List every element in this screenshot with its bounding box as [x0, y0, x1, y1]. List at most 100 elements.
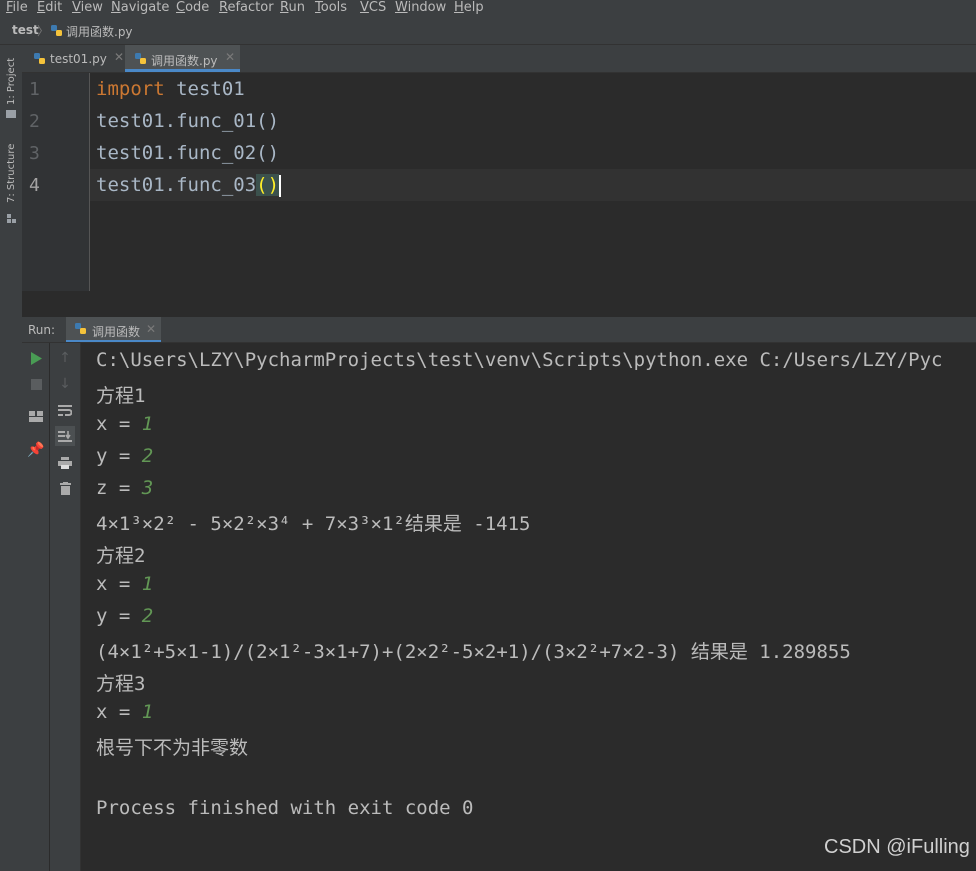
menu-file[interactable]: File	[6, 0, 28, 16]
menu-window[interactable]: Window	[395, 0, 446, 16]
clear-all-button[interactable]	[55, 478, 75, 498]
breadcrumb-file[interactable]: 调用函数.py	[66, 23, 133, 40]
console-line: y = 2	[96, 605, 153, 627]
python-icon	[75, 323, 86, 334]
prompt-text: y =	[96, 445, 142, 467]
breadcrumb-separator-icon: 〉	[37, 24, 50, 38]
panel-divider[interactable]	[22, 291, 976, 317]
console-line: y = 2	[96, 445, 153, 467]
console-line: x = 1	[96, 413, 153, 435]
watermark: CSDN @iFulling	[824, 836, 970, 858]
import-keyword: import	[96, 78, 165, 100]
menu-tools[interactable]: Tools	[315, 0, 347, 16]
module-name: test01	[164, 78, 245, 100]
rerun-button[interactable]	[26, 348, 46, 368]
close-icon[interactable]: ✕	[225, 50, 235, 64]
line-number: 4	[29, 175, 40, 196]
print-button[interactable]	[55, 453, 75, 473]
stop-icon	[30, 378, 42, 390]
close-icon[interactable]: ✕	[114, 50, 124, 64]
pin-button[interactable]: 📌	[26, 440, 46, 460]
play-icon	[31, 351, 42, 365]
scroll-down-button[interactable]: ↓	[55, 374, 75, 394]
python-file-icon	[51, 25, 62, 36]
user-input: 2	[141, 445, 154, 467]
code-line-2[interactable]: test01.func_01()	[96, 110, 279, 132]
trash-icon	[59, 481, 71, 495]
menu-help[interactable]: Help	[454, 0, 484, 16]
code-text: test01.func_03	[96, 174, 257, 196]
console-line: 方程3	[96, 673, 146, 695]
project-tool-tab[interactable]: 1: Project	[6, 58, 17, 105]
editor-tab-bar: test01.py ✕ 调用函数.py ✕	[22, 45, 976, 73]
menu-vcs[interactable]: VCS	[360, 0, 386, 16]
breadcrumb: test 〉 调用函数.py	[0, 18, 976, 45]
tab-label: test01.py	[50, 52, 107, 66]
text-caret	[279, 174, 282, 197]
run-label: Run:	[28, 323, 56, 337]
run-panel-header: Run: 调用函数 ✕	[22, 317, 976, 343]
user-input: 3	[141, 477, 154, 499]
folder-icon	[6, 110, 16, 118]
python-file-icon	[135, 53, 146, 64]
run-toolbar-primary: 📌	[22, 343, 49, 871]
print-icon	[58, 457, 72, 469]
console-line: x = 1	[96, 573, 153, 595]
menu-refactor[interactable]: Refactor	[219, 0, 274, 16]
user-input: 1	[141, 701, 154, 723]
run-console[interactable]	[81, 343, 976, 871]
line-number: 3	[29, 143, 40, 164]
tab-label: 调用函数.py	[151, 54, 218, 68]
run-tab[interactable]: 调用函数 ✕	[66, 317, 161, 342]
matched-parens: ()	[256, 174, 280, 196]
run-tab-label: 调用函数	[92, 325, 141, 339]
breadcrumb-project[interactable]: test	[12, 23, 39, 37]
menu-code[interactable]: Code	[176, 0, 209, 16]
menu-bar: File Edit View Navigate Code Refactor Ru…	[0, 0, 976, 18]
user-input: 1	[141, 413, 154, 435]
prompt-text: x =	[96, 573, 142, 595]
code-line-4[interactable]: test01.func_03()	[96, 174, 282, 197]
left-tool-strip: 1: Project 7: Structure	[0, 45, 23, 871]
prompt-text: x =	[96, 413, 142, 435]
console-exit-line: Process finished with exit code 0	[96, 797, 474, 819]
menu-navigate[interactable]: Navigate	[111, 0, 169, 16]
prompt-text: y =	[96, 605, 142, 627]
soft-wrap-button[interactable]	[55, 401, 75, 421]
scroll-to-end-icon	[58, 431, 72, 442]
python-file-icon	[34, 53, 45, 64]
menu-run[interactable]: Run	[280, 0, 305, 16]
soft-wrap-icon	[58, 405, 72, 416]
user-input: 2	[141, 605, 154, 627]
console-line: 根号下不为非零数	[96, 737, 249, 759]
tab-diaoyong[interactable]: 调用函数.py ✕	[125, 45, 240, 72]
code-line-1[interactable]: import test01	[96, 78, 245, 100]
scroll-up-button[interactable]: ↑	[55, 348, 75, 368]
menu-view[interactable]: View	[72, 0, 103, 16]
run-toolbar-secondary: ↑ ↓	[50, 343, 81, 871]
console-line: z = 3	[96, 477, 153, 499]
line-number: 2	[29, 111, 40, 132]
scroll-to-end-button[interactable]	[55, 426, 75, 446]
prompt-text: z =	[96, 477, 142, 499]
arrow-down-icon: ↓	[59, 376, 71, 392]
menu-edit[interactable]: Edit	[37, 0, 62, 16]
structure-tool-tab[interactable]: 7: Structure	[6, 144, 17, 203]
console-line: 方程2	[96, 545, 146, 567]
stop-button[interactable]	[26, 374, 46, 394]
arrow-up-icon: ↑	[59, 350, 71, 366]
console-line: (4×1²+5×1-1)/(2×1²-3×1+7)+(2×2²-5×2+1)/(…	[96, 641, 851, 663]
console-line: 方程1	[96, 385, 146, 407]
console-line: x = 1	[96, 701, 153, 723]
user-input: 1	[141, 573, 154, 595]
code-line-3[interactable]: test01.func_02()	[96, 142, 279, 164]
tab-test01[interactable]: test01.py ✕	[28, 45, 124, 72]
prompt-text: x =	[96, 701, 142, 723]
structure-icon	[7, 208, 16, 223]
pin-icon: 📌	[27, 442, 45, 458]
close-icon[interactable]: ✕	[146, 322, 156, 336]
console-command-line: C:\Users\LZY\PycharmProjects\test\venv\S…	[96, 349, 943, 371]
console-line: 4×1³×2² - 5×2²×3⁴ + 7×3³×1²结果是 -1415	[96, 513, 531, 535]
layout-button[interactable]	[26, 406, 46, 426]
line-number: 1	[29, 79, 40, 100]
